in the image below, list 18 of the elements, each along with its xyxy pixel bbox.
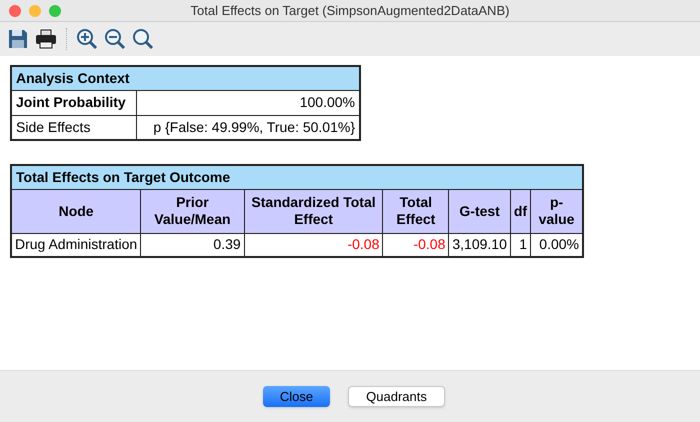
column-header: Standardized Total Effect [244,189,383,233]
column-header: Total Effect [382,189,449,233]
window-title: Total Effects on Target (SimpsonAugmented2DataANB) [190,2,510,20]
magnifier-icon[interactable] [131,27,155,51]
row-label: Joint Probability [11,90,136,115]
quadrants-button[interactable]: Quadrants [348,386,445,407]
column-header: Prior Value/Mean [140,189,244,233]
close-button[interactable]: Close [263,386,330,407]
column-header: df [510,189,531,233]
table-title: Total Effects on Target Outcome [11,165,583,189]
printer-icon[interactable] [34,27,58,51]
zoom-in-icon[interactable] [75,27,99,51]
zoom-out-icon[interactable] [103,27,127,51]
table-title: Analysis Context [11,66,360,90]
column-header: Node [11,189,141,233]
save-icon[interactable] [6,27,30,51]
column-header: p-value [530,189,583,233]
column-header: G-test [448,189,510,233]
